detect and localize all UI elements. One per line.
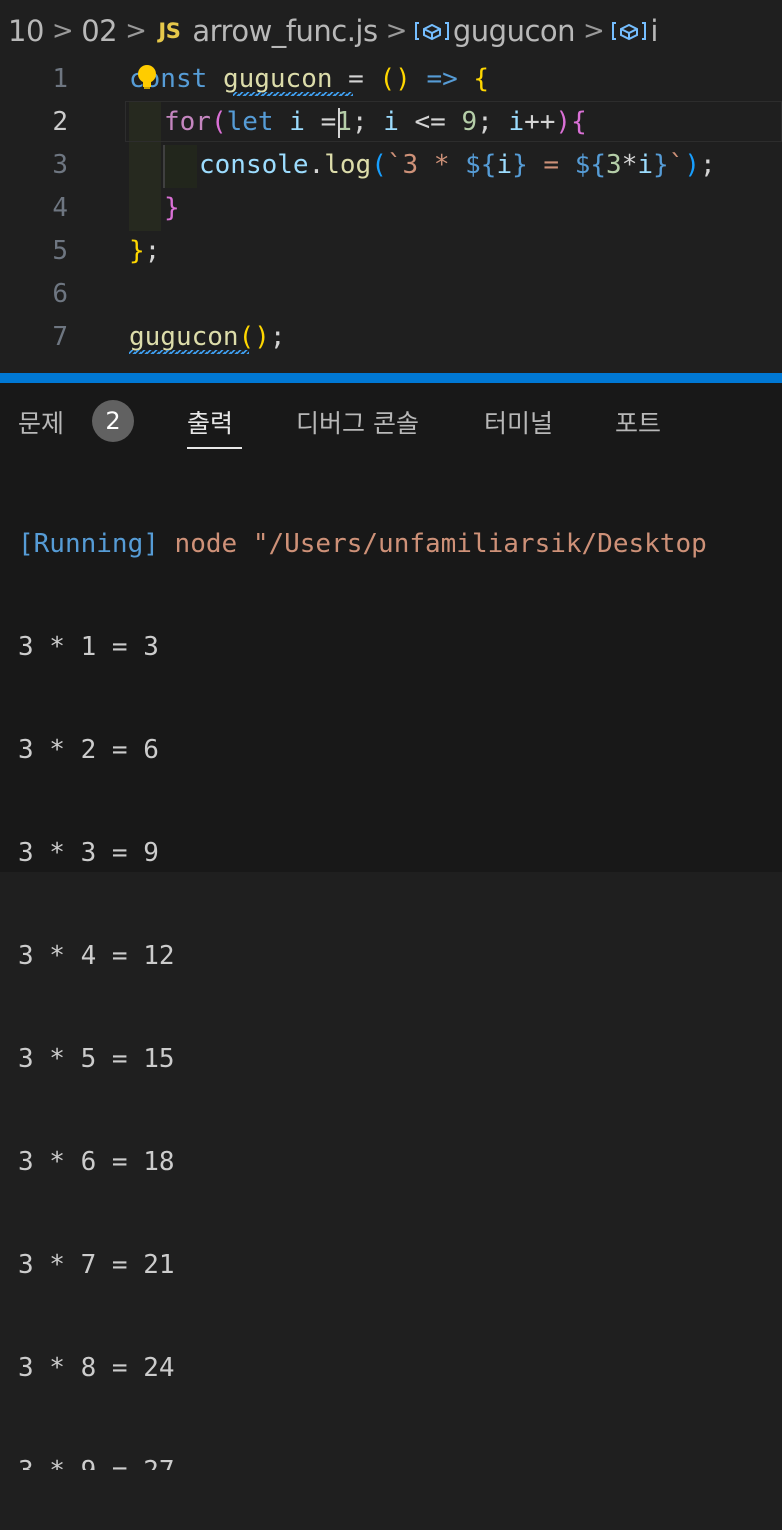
running-tag: [Running] (18, 529, 159, 559)
token-variable: i (496, 150, 513, 180)
tab-output[interactable]: 출력 (187, 404, 233, 440)
token-template-string: `3 * (386, 150, 466, 180)
line-number: 2 (52, 107, 68, 137)
token-bracket: ) (555, 107, 572, 137)
breadcrumb-folder-02[interactable]: 02 (81, 14, 117, 48)
token-template-expression: ${ (574, 150, 607, 180)
output-running-line: [Running] node "/Users/unfamiliarsik/Des… (18, 523, 782, 566)
line-number: 6 (52, 279, 68, 309)
breadcrumb: 10 > 02 > JS arrow_func.js > gugucon > i (0, 0, 782, 62)
tab-ports[interactable]: 포트 (615, 404, 661, 440)
token-punctuation: ; (351, 107, 368, 137)
output-line: 3 * 3 = 9 (18, 838, 159, 868)
tab-terminal[interactable]: 터미널 (484, 404, 553, 440)
problem-count-badge: 2 (92, 400, 134, 442)
code-editor[interactable]: 1 const gugucon = () => { 2 for(let i =1… (0, 62, 782, 373)
chevron-right-icon: > (583, 16, 605, 46)
chevron-right-icon: > (51, 16, 74, 46)
token-punctuation: ; (144, 236, 161, 266)
token-punctuation: ; (269, 322, 286, 352)
code-line-1[interactable]: 1 const gugucon = () => { (0, 62, 782, 101)
output-line: 3 * 8 = 24 (18, 1353, 175, 1383)
warning-squiggle (129, 350, 249, 354)
token-operator: <= (414, 107, 446, 137)
output-line: 3 * 7 = 21 (18, 1250, 175, 1280)
js-file-icon: JS (158, 19, 181, 43)
panel-tabs: 문제 2 출력 디버그 콘솔 터미널 포트 (0, 383, 782, 453)
breadcrumb-file[interactable]: arrow_func.js (192, 14, 378, 48)
chevron-right-icon: > (385, 16, 408, 46)
active-tab-indicator (187, 447, 242, 449)
token-method: log (324, 150, 372, 180)
tab-debug-console[interactable]: 디버그 콘솔 (296, 404, 419, 440)
token-bracket: ) (254, 322, 270, 352)
token-function-name: gugucon (222, 64, 333, 94)
text-cursor (338, 108, 340, 138)
line-number: 5 (52, 236, 68, 266)
token-bracket: ( (371, 150, 387, 180)
token-bracket: { (473, 64, 490, 94)
lightbulb-icon[interactable] (136, 64, 158, 90)
code-line-4[interactable]: 4 } (0, 187, 782, 230)
token-operator: * (621, 150, 638, 180)
token-keyword: let (226, 107, 274, 137)
symbol-variable-icon (612, 22, 647, 41)
token-template-expression: } (653, 150, 669, 180)
token-operator: ++ (524, 107, 556, 137)
token-object: console (199, 150, 309, 180)
token-variable: i (508, 107, 525, 137)
token-operator: = (348, 64, 364, 94)
token-punctuation: . (308, 150, 325, 180)
tab-problems[interactable]: 문제 (18, 404, 64, 440)
token-bracket: } (164, 193, 180, 223)
token-punctuation: ; (699, 150, 716, 180)
token-number: 3 (606, 150, 622, 180)
panel-sash[interactable] (0, 373, 782, 383)
bottom-panel: 문제 2 출력 디버그 콘솔 터미널 포트 [Running] node "/U… (0, 383, 782, 1470)
token-template-expression: ${ (465, 150, 497, 180)
code-line-2[interactable]: 2 for(let i =1; i <= 9; i++){ (0, 101, 782, 144)
breadcrumb-symbol-i[interactable]: i (650, 14, 658, 48)
output-line: 3 * 6 = 18 (18, 1147, 175, 1177)
token-punctuation: ; (477, 107, 493, 137)
warning-squiggle (233, 92, 353, 96)
token-variable: i (289, 107, 305, 137)
token-operator: = (320, 107, 337, 137)
output-line: 3 * 4 = 12 (18, 941, 175, 971)
chevron-right-icon: > (125, 16, 147, 46)
code-line-3[interactable]: 3 console.log(`3 * ${i} = ${3*i}`); (0, 144, 782, 187)
code-line-5[interactable]: 5 }; (0, 230, 782, 273)
token-bracket: ) (395, 64, 411, 94)
line-number: 1 (52, 64, 68, 94)
breadcrumb-folder-10[interactable]: 10 (8, 14, 44, 48)
token-template-string: = (527, 150, 575, 180)
token-bracket: ( (379, 64, 396, 94)
token-bracket: ( (210, 107, 227, 137)
line-number: 4 (52, 193, 68, 223)
token-number: 9 (461, 107, 478, 137)
symbol-variable-icon (414, 22, 449, 41)
code-line-7[interactable]: 7 gugucon(); (0, 316, 782, 359)
token-template-expression: } (512, 150, 528, 180)
output-line: 3 * 9 = 27 (18, 1450, 782, 1470)
line-number: 7 (52, 322, 68, 352)
token-keyword-control: for (164, 107, 211, 137)
code-line-6[interactable]: 6 (0, 273, 782, 316)
token-bracket: ( (238, 322, 255, 352)
output-line: 3 * 2 = 6 (18, 735, 159, 765)
token-template-string: ` (668, 150, 685, 180)
output-line: 3 * 1 = 3 (18, 632, 159, 662)
token-bracket: { (571, 107, 587, 137)
line-number: 3 (52, 150, 68, 180)
token-variable: i (637, 150, 654, 180)
output-line: 3 * 5 = 15 (18, 1044, 175, 1074)
token-variable: i (383, 107, 399, 137)
token-bracket: ) (684, 150, 700, 180)
token-arrow: => (426, 64, 458, 94)
breadcrumb-symbol-gugucon[interactable]: gugucon (453, 14, 576, 48)
output-log[interactable]: [Running] node "/Users/unfamiliarsik/Des… (18, 463, 782, 1530)
token-function-call: gugucon (129, 322, 239, 352)
token-bracket: } (129, 236, 145, 266)
run-command: node "/Users/unfamiliarsik/Desktop (174, 529, 707, 559)
